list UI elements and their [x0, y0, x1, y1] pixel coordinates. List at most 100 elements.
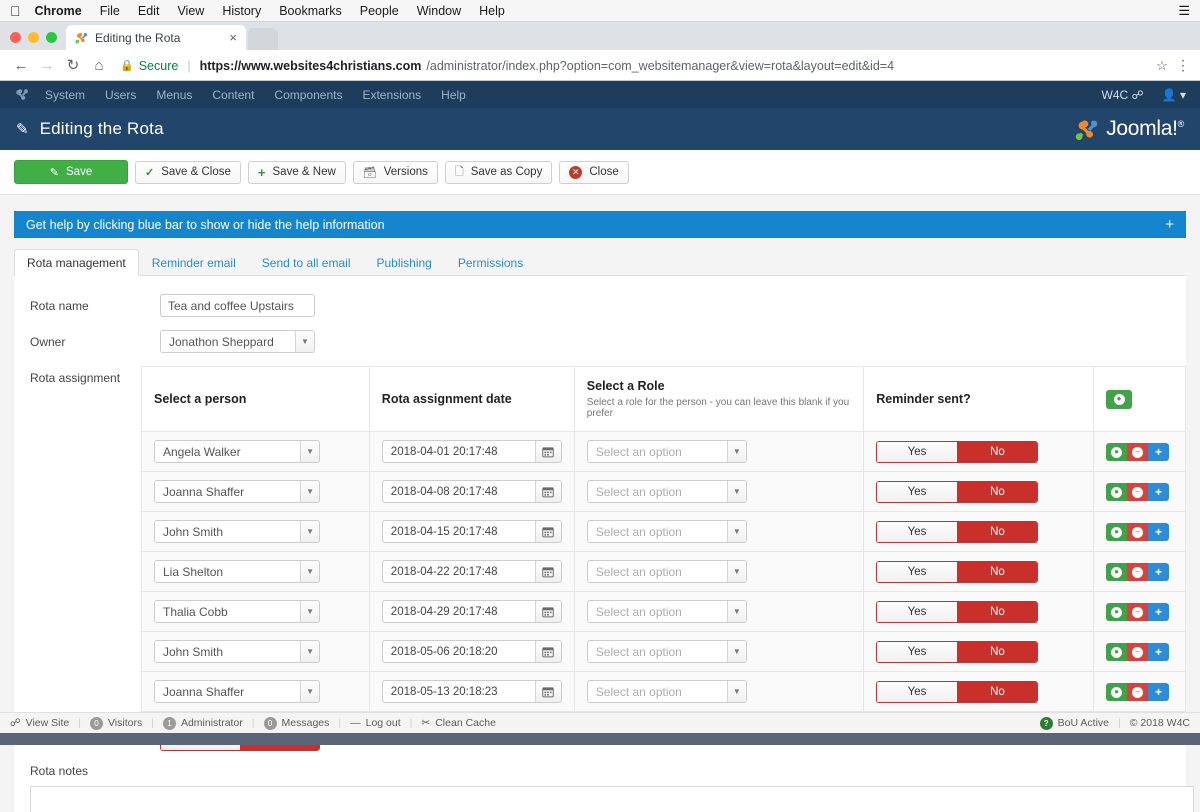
move-row-icon[interactable]: ●: [1106, 523, 1127, 541]
chevron-down-icon[interactable]: ▼: [726, 481, 746, 502]
remove-row-icon[interactable]: –: [1127, 603, 1148, 621]
row-reminder-no[interactable]: No: [957, 481, 1038, 502]
row-reminder-toggle[interactable]: Yes No: [876, 640, 1039, 663]
visitors-item[interactable]: 0 Visitors: [89, 716, 142, 730]
chevron-down-icon[interactable]: ▼: [726, 561, 746, 582]
calendar-icon[interactable]: [534, 481, 561, 502]
person-select[interactable]: John Smith ▼: [154, 520, 320, 543]
administrator-item[interactable]: 1 Administrator: [162, 716, 243, 730]
row-reminder-yes[interactable]: Yes: [877, 681, 958, 702]
versions-button[interactable]: 🗃 Versions: [352, 160, 438, 184]
move-row-icon[interactable]: ●: [1106, 563, 1127, 581]
role-select[interactable]: Select an option ▼: [586, 680, 747, 703]
move-row-icon[interactable]: ●: [1106, 643, 1127, 661]
menu-extensions[interactable]: Extensions: [362, 88, 421, 102]
new-tab-button[interactable]: [248, 28, 278, 50]
add-row-icon[interactable]: +: [1148, 683, 1169, 701]
menu-system[interactable]: System: [45, 88, 85, 102]
address-bar[interactable]: 🔒 Secure | https://www.websites4christia…: [120, 59, 1142, 73]
back-icon[interactable]: ←: [8, 58, 34, 73]
tab-publishing[interactable]: Publishing: [363, 249, 444, 276]
list-icon[interactable]: ☰: [1178, 3, 1190, 19]
chevron-down-icon[interactable]: ▼: [300, 441, 319, 462]
date-input-group[interactable]: 2018-04-01 20:17:48: [381, 440, 562, 463]
calendar-icon[interactable]: [534, 681, 561, 702]
chevron-down-icon[interactable]: ▼: [295, 331, 314, 352]
save-close-button[interactable]: ✓ Save & Close: [135, 160, 241, 184]
row-reminder-no[interactable]: No: [957, 561, 1038, 582]
save-copy-button[interactable]: 🗋 Save as Copy: [444, 160, 553, 184]
date-input-group[interactable]: 2018-05-13 20:18:23: [381, 680, 562, 703]
star-icon[interactable]: ☆: [1150, 58, 1174, 74]
help-bar[interactable]: Get help by clicking blue bar to show or…: [14, 211, 1186, 238]
row-reminder-toggle[interactable]: Yes No: [876, 440, 1039, 463]
menu-content[interactable]: Content: [212, 88, 254, 102]
rota-notes-input[interactable]: [30, 786, 1194, 812]
messages-item[interactable]: 0 Messages: [263, 716, 329, 730]
move-row-icon[interactable]: ●: [1106, 683, 1127, 701]
add-row-icon[interactable]: +: [1148, 563, 1169, 581]
row-reminder-yes[interactable]: Yes: [877, 521, 958, 542]
add-row-icon[interactable]: +: [1148, 443, 1169, 461]
remove-row-icon[interactable]: –: [1127, 443, 1148, 461]
move-row-icon[interactable]: ●: [1106, 483, 1127, 501]
tab-reminder-email[interactable]: Reminder email: [139, 249, 249, 276]
remove-row-icon[interactable]: –: [1127, 483, 1148, 501]
date-input-group[interactable]: 2018-05-06 20:18:20: [381, 640, 562, 663]
os-menu-file[interactable]: File: [100, 4, 120, 18]
save-button[interactable]: ✎ Save: [14, 160, 128, 184]
move-row-icon[interactable]: ●: [1106, 443, 1127, 461]
calendar-icon[interactable]: [534, 521, 561, 542]
chevron-down-icon[interactable]: ▼: [300, 641, 319, 662]
person-select[interactable]: Joanna Shaffer ▼: [154, 680, 320, 703]
role-select[interactable]: Select an option ▼: [586, 520, 747, 543]
tab-permissions[interactable]: Permissions: [445, 249, 536, 276]
owner-select[interactable]: Jonathon Sheppard ▼: [160, 330, 315, 353]
calendar-icon[interactable]: [534, 561, 561, 582]
close-button[interactable]: ✕ Close: [559, 160, 629, 184]
add-row-icon[interactable]: ●: [1106, 389, 1132, 409]
chevron-down-icon[interactable]: ▼: [726, 521, 746, 542]
menu-help[interactable]: Help: [441, 88, 466, 102]
chevron-down-icon[interactable]: ▼: [300, 681, 319, 702]
os-menu-people[interactable]: People: [360, 4, 399, 18]
site-link[interactable]: W4C ☍: [1102, 88, 1144, 102]
row-reminder-yes[interactable]: Yes: [877, 641, 958, 662]
role-select[interactable]: Select an option ▼: [586, 640, 747, 663]
maximize-window-button[interactable]: [46, 32, 57, 43]
role-select[interactable]: Select an option ▼: [586, 560, 747, 583]
os-menu-help[interactable]: Help: [479, 4, 505, 18]
menu-components[interactable]: Components: [274, 88, 342, 102]
chevron-down-icon[interactable]: ▼: [726, 681, 746, 702]
date-input-group[interactable]: 2018-04-29 20:17:48: [381, 600, 562, 623]
role-select[interactable]: Select an option ▼: [586, 480, 747, 503]
chevron-down-icon[interactable]: ▼: [300, 561, 319, 582]
row-reminder-no[interactable]: No: [957, 521, 1038, 542]
calendar-icon[interactable]: [534, 641, 561, 662]
kebab-menu-icon[interactable]: ⋮: [1174, 58, 1192, 72]
date-input-group[interactable]: 2018-04-22 20:17:48: [381, 560, 562, 583]
remove-row-icon[interactable]: –: [1127, 523, 1148, 541]
os-menu-edit[interactable]: Edit: [138, 4, 160, 18]
add-row-icon[interactable]: +: [1148, 523, 1169, 541]
row-reminder-no[interactable]: No: [957, 641, 1038, 662]
save-new-button[interactable]: + Save & New: [247, 160, 346, 184]
user-icon[interactable]: 👤 ▾: [1162, 88, 1186, 102]
row-reminder-toggle[interactable]: Yes No: [876, 560, 1039, 583]
person-select[interactable]: Joanna Shaffer ▼: [154, 480, 320, 503]
person-select[interactable]: John Smith ▼: [154, 640, 320, 663]
calendar-icon[interactable]: [534, 601, 561, 622]
forward-icon[interactable]: →: [34, 58, 60, 73]
remove-row-icon[interactable]: –: [1127, 563, 1148, 581]
row-reminder-no[interactable]: No: [957, 441, 1038, 462]
date-input-group[interactable]: 2018-04-08 20:17:48: [381, 480, 562, 503]
row-reminder-yes[interactable]: Yes: [877, 601, 958, 622]
os-menu-chrome[interactable]: Chrome: [35, 4, 82, 18]
row-reminder-toggle[interactable]: Yes No: [876, 600, 1039, 623]
row-reminder-toggle[interactable]: Yes No: [876, 680, 1039, 703]
row-reminder-toggle[interactable]: Yes No: [876, 520, 1039, 543]
tab-send-to-all-email[interactable]: Send to all email: [249, 249, 364, 276]
chevron-down-icon[interactable]: ▼: [726, 601, 746, 622]
role-select[interactable]: Select an option ▼: [586, 440, 747, 463]
row-reminder-no[interactable]: No: [957, 601, 1038, 622]
